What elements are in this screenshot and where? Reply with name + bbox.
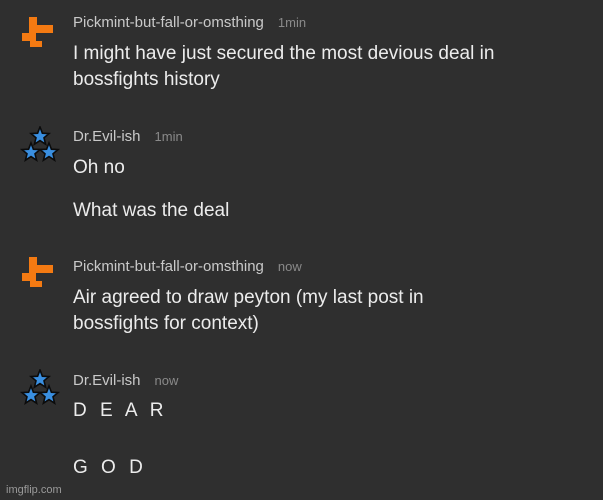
avatar-orange-glyph-icon[interactable] <box>20 253 60 293</box>
message-text-line-2: G O D <box>73 457 147 478</box>
username-text: Pickmint-but-fall-or-omsthing <box>73 14 264 31</box>
message-text-line-1: D E A R <box>73 400 168 421</box>
username-text: Dr.Evil-ish <box>73 372 141 389</box>
orange-glyph-icon <box>22 257 53 287</box>
watermark: imgflip.com <box>6 484 62 496</box>
message-text-line-2: bossfights history <box>73 69 220 90</box>
timestamp: 1min <box>154 129 183 144</box>
avatar-stars-icon[interactable] <box>20 369 60 409</box>
message-text-line-2: bossfights for context) <box>73 313 259 334</box>
timestamp: 1min <box>277 15 307 30</box>
timestamp: now <box>154 373 179 388</box>
username[interactable]: Dr.Evil-ish 1min <box>73 128 183 145</box>
message-text-line-1: I might have just secured the most devio… <box>73 43 495 64</box>
timestamp: now <box>277 259 302 274</box>
message-text-line-1: Air agreed to draw peyton (my last post … <box>73 287 424 308</box>
message-text-line-2: What was the deal <box>73 200 230 221</box>
username[interactable]: Pickmint-but-fall-or-omsthing 1min <box>73 14 306 31</box>
username-text: Dr.Evil-ish <box>73 128 141 145</box>
username[interactable]: Pickmint-but-fall-or-omsthing now <box>73 258 302 275</box>
stars-icon <box>20 369 60 405</box>
orange-glyph-icon <box>22 17 53 47</box>
avatar-orange-glyph-icon[interactable] <box>20 13 60 53</box>
username[interactable]: Dr.Evil-ish now <box>73 372 178 389</box>
message-text-line-1: Oh no <box>73 157 125 178</box>
username-text: Pickmint-but-fall-or-omsthing <box>73 258 264 275</box>
avatar-stars-icon[interactable] <box>20 126 60 166</box>
stars-icon <box>20 126 60 162</box>
